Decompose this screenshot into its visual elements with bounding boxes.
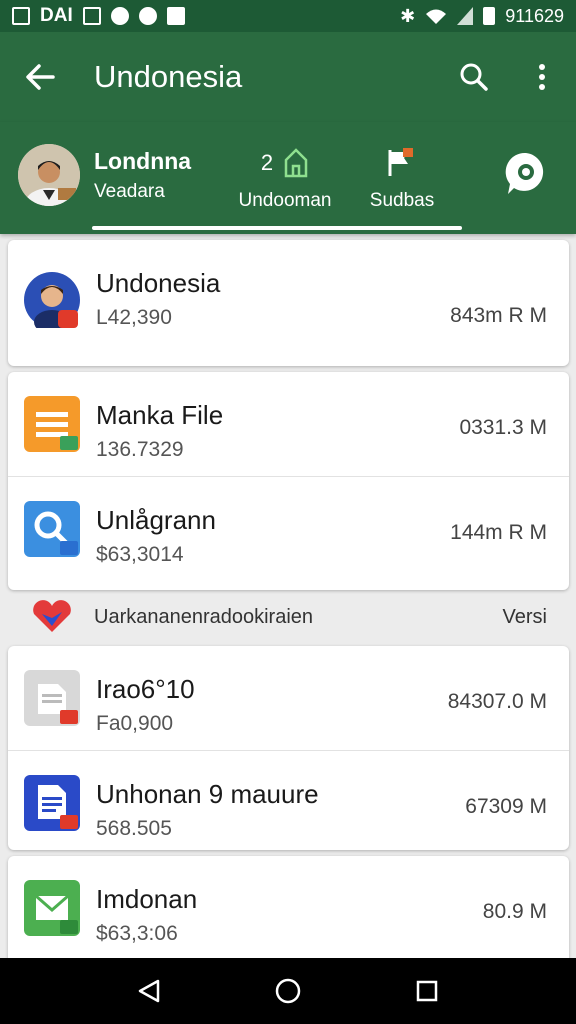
chat-button[interactable] <box>502 150 550 198</box>
item-card: Imdonan $63,3:06 80.9 M <box>8 856 569 966</box>
home-outline-icon <box>284 148 308 178</box>
list-item[interactable]: Imdonan $63,3:06 80.9 M <box>8 856 569 961</box>
doc-gray-icon <box>24 670 80 726</box>
profile-subtitle: Veadara <box>94 180 165 202</box>
heart-shield-icon <box>30 600 74 634</box>
wifi-icon <box>426 9 447 24</box>
doc-blue-icon <box>24 775 80 831</box>
nav-back-icon <box>139 979 160 1003</box>
tab-sudbas[interactable]: Sudbas <box>362 146 442 212</box>
tab-badge-count: 2 <box>260 150 274 175</box>
item-size: 843m R M <box>450 304 547 327</box>
battery-icon <box>483 7 496 25</box>
search-button[interactable] <box>440 32 508 122</box>
item-size: 67309 M <box>465 795 547 818</box>
item-subtitle: L42,390 <box>96 306 172 329</box>
item-subtitle: 568.505 <box>96 817 172 840</box>
clock: 911629 <box>505 5 564 26</box>
nav-home-icon <box>275 978 301 1004</box>
app-bar: Undonesia <box>0 32 576 122</box>
carrier-label: DAI <box>40 5 73 26</box>
item-card: Manka File 136.7329 0331.3 M Unlågrann $… <box>8 372 569 590</box>
nav-back-button[interactable] <box>119 961 179 1021</box>
item-title: Undonesia <box>96 268 221 298</box>
nav-recents-icon <box>416 980 437 1002</box>
more-options-button[interactable] <box>508 32 576 122</box>
mail-green-icon <box>24 880 80 936</box>
item-title: Unhonan 9 mauure <box>96 779 319 809</box>
app-title: Undonesia <box>94 59 243 94</box>
item-title: Manka File <box>96 400 224 430</box>
face-icon <box>110 7 129 25</box>
list-item[interactable]: Undonesia L42,390 843m R M <box>8 240 569 366</box>
system-nav-bar <box>0 958 576 1024</box>
more-vert-icon <box>539 64 545 90</box>
back-arrow-icon <box>26 64 55 90</box>
status-bar: DAI ✱ 911629 <box>0 0 576 32</box>
list-item[interactable]: Unhonan 9 mauure 568.505 67309 M <box>8 751 569 850</box>
tab-label-undooman: Undooman <box>238 190 332 211</box>
file-orange-icon <box>24 396 80 452</box>
item-size: 0331.3 M <box>459 416 547 439</box>
item-size: 84307.0 M <box>447 690 547 713</box>
tab-undooman[interactable]: 2 Undooman <box>230 146 340 212</box>
bluetooth-icon: ✱ <box>400 5 416 26</box>
info-icon <box>138 7 157 25</box>
profile-name: Londnna <box>94 147 192 174</box>
item-subtitle: $63,3:06 <box>96 922 178 945</box>
signal-icon <box>457 7 474 25</box>
chat-bubble-icon <box>505 152 544 194</box>
section-header: Uarkananenradookiraien Versi <box>8 590 569 644</box>
search-icon <box>460 63 488 91</box>
nav-recents-button[interactable] <box>397 961 457 1021</box>
avatar-icon <box>24 272 80 334</box>
back-button[interactable] <box>0 32 80 122</box>
list-item[interactable]: Unlågrann $63,3014 144m R M <box>8 477 569 582</box>
item-subtitle: $63,3014 <box>96 543 184 566</box>
search-blue-icon <box>24 501 80 557</box>
item-size: 80.9 M <box>482 900 547 923</box>
tab-label-sudbas: Sudbas <box>369 190 435 211</box>
app-notification-icon <box>82 7 101 25</box>
item-subtitle: Fa0,900 <box>96 712 174 735</box>
section-version: Versi <box>502 606 547 628</box>
tab-bar: Londnna Veadara 2 Undooman Sudbas <box>0 122 576 234</box>
item-subtitle: 136.7329 <box>96 438 184 461</box>
notification-icon <box>12 7 30 25</box>
flag-icon <box>388 148 413 176</box>
avatar <box>18 144 80 206</box>
image-icon <box>166 7 185 25</box>
section-title: Uarkananenradookiraien <box>94 606 314 628</box>
item-title: Imdonan <box>96 884 198 914</box>
tab-indicator <box>92 226 462 230</box>
list-item[interactable]: Irao6°10 Fa0,900 84307.0 M <box>8 646 569 751</box>
item-size: 144m R M <box>450 521 547 544</box>
item-card: Irao6°10 Fa0,900 84307.0 M Unhonan 9 mau… <box>8 646 569 850</box>
item-title: Unlågrann <box>96 505 216 535</box>
item-card: Undonesia L42,390 843m R M <box>8 240 569 366</box>
profile-tab[interactable]: Londnna Veadara <box>18 144 191 206</box>
list-item[interactable]: Manka File 136.7329 0331.3 M <box>8 372 569 477</box>
item-title: Irao6°10 <box>96 674 195 704</box>
nav-home-button[interactable] <box>258 961 318 1021</box>
